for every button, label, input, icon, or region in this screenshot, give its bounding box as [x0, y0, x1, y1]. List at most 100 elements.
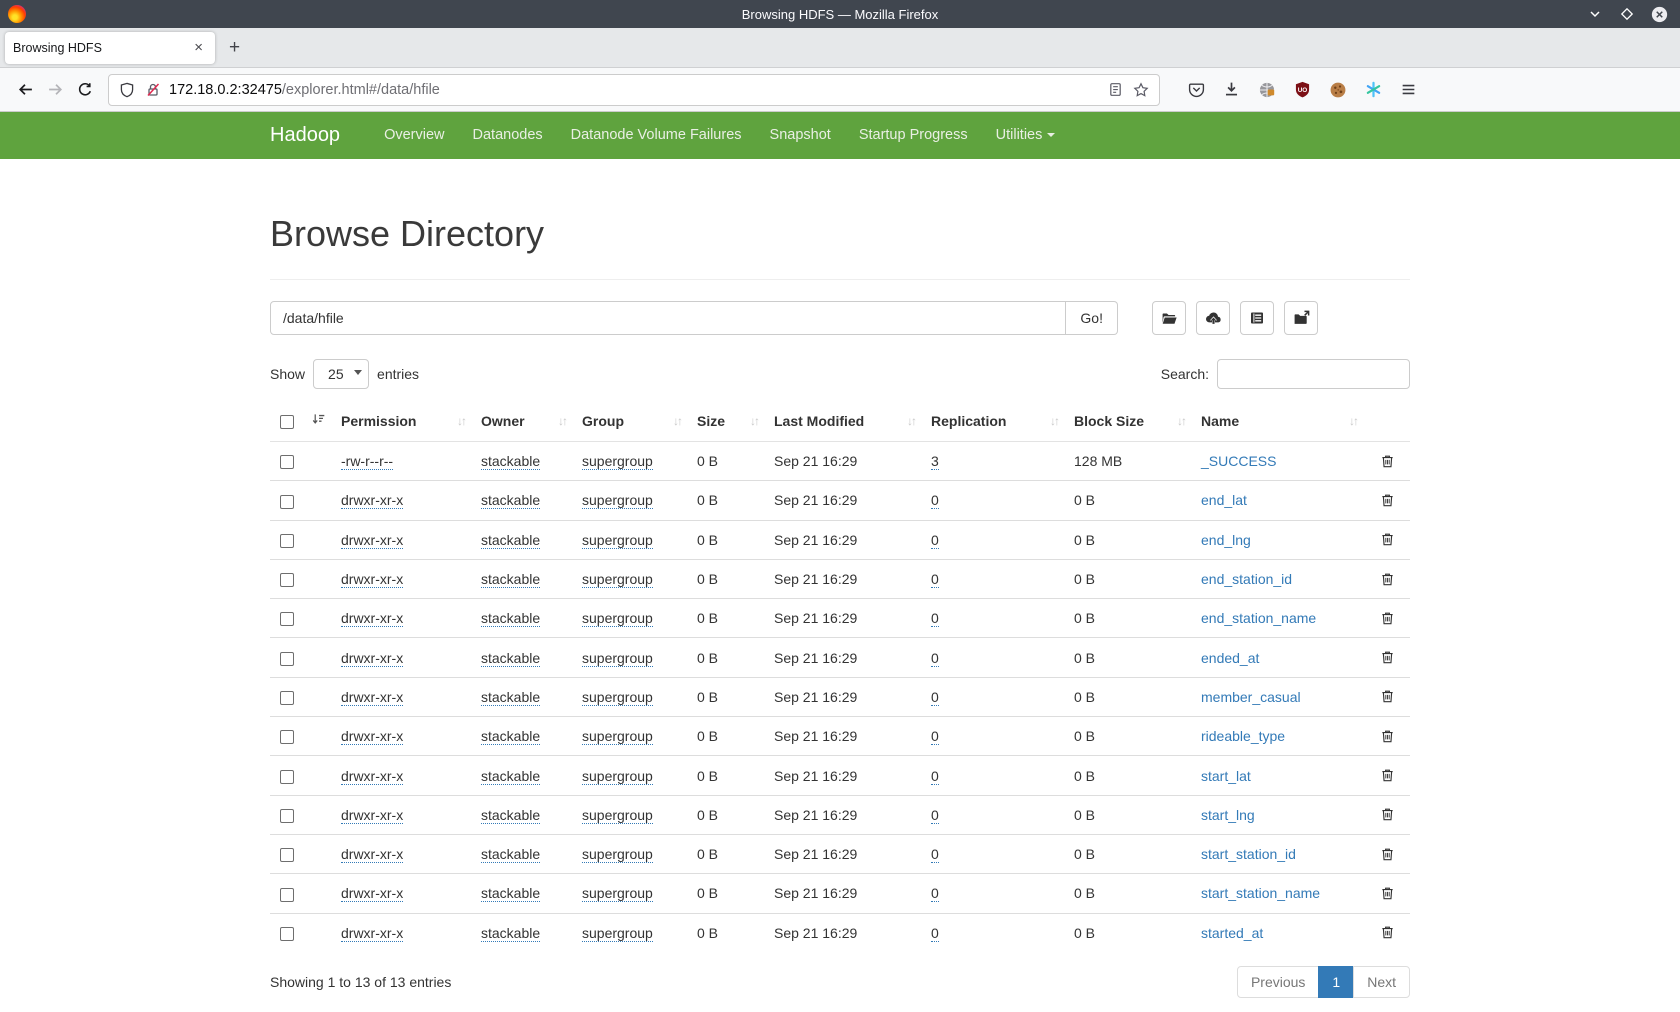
delete-button[interactable] — [1380, 847, 1395, 862]
tab-browsing-hdfs[interactable]: Browsing HDFS × — [5, 32, 215, 64]
delete-button[interactable] — [1380, 925, 1395, 940]
permission-value[interactable]: drwxr-xr-x — [341, 532, 403, 549]
file-name-link[interactable]: started_at — [1201, 925, 1263, 941]
directory-path-input[interactable] — [270, 301, 1066, 335]
list-view-button[interactable] — [1240, 301, 1274, 335]
permission-value[interactable]: drwxr-xr-x — [341, 846, 403, 863]
owner-value[interactable]: stackable — [481, 846, 540, 863]
permission-value[interactable]: -rw-r--r-- — [341, 453, 393, 470]
replication-value[interactable]: 0 — [931, 925, 939, 942]
replication-value[interactable]: 0 — [931, 728, 939, 745]
hamburger-menu-icon[interactable] — [1400, 81, 1417, 98]
header-last-modified[interactable]: Last Modified↓↑ — [766, 401, 923, 442]
new-tab-button[interactable]: + — [229, 37, 240, 59]
forward-button[interactable] — [40, 75, 70, 105]
nav-item-snapshot[interactable]: Snapshot — [756, 112, 845, 159]
replication-value[interactable]: 0 — [931, 885, 939, 902]
row-checkbox[interactable] — [280, 848, 294, 862]
file-name-link[interactable]: end_station_name — [1201, 610, 1316, 626]
owner-value[interactable]: stackable — [481, 492, 540, 509]
insecure-lock-icon[interactable] — [145, 82, 161, 98]
delete-button[interactable] — [1380, 493, 1395, 508]
nav-item-overview[interactable]: Overview — [370, 112, 458, 159]
file-name-link[interactable]: start_station_name — [1201, 885, 1320, 901]
owner-value[interactable]: stackable — [481, 689, 540, 706]
row-checkbox[interactable] — [280, 455, 294, 469]
upload-files-button[interactable] — [1196, 301, 1230, 335]
go-button[interactable]: Go! — [1066, 301, 1118, 335]
nav-item-datanode-volume-failures[interactable]: Datanode Volume Failures — [557, 112, 756, 159]
group-value[interactable]: supergroup — [582, 689, 653, 706]
row-checkbox[interactable] — [280, 927, 294, 941]
close-window-icon[interactable] — [1651, 6, 1668, 23]
permission-value[interactable]: drwxr-xr-x — [341, 807, 403, 824]
file-name-link[interactable]: end_lng — [1201, 532, 1251, 548]
bookmark-star-icon[interactable] — [1133, 82, 1149, 98]
group-value[interactable]: supergroup — [582, 846, 653, 863]
file-name-link[interactable]: start_lat — [1201, 768, 1251, 784]
ublock-icon[interactable]: UO — [1294, 81, 1311, 98]
row-checkbox[interactable] — [280, 534, 294, 548]
file-name-link[interactable]: rideable_type — [1201, 728, 1285, 744]
delete-button[interactable] — [1380, 807, 1395, 822]
row-checkbox[interactable] — [280, 770, 294, 784]
delete-button[interactable] — [1380, 689, 1395, 704]
permission-value[interactable]: drwxr-xr-x — [341, 650, 403, 667]
delete-button[interactable] — [1380, 729, 1395, 744]
owner-value[interactable]: stackable — [481, 453, 540, 470]
owner-value[interactable]: stackable — [481, 768, 540, 785]
row-checkbox[interactable] — [280, 612, 294, 626]
header-permission[interactable]: Permission↓↑ — [333, 401, 473, 442]
file-name-link[interactable]: end_station_id — [1201, 571, 1292, 587]
replication-value[interactable]: 0 — [931, 571, 939, 588]
owner-value[interactable]: stackable — [481, 571, 540, 588]
permission-value[interactable]: drwxr-xr-x — [341, 610, 403, 627]
delete-button[interactable] — [1380, 532, 1395, 547]
delete-button[interactable] — [1380, 572, 1395, 587]
hadoop-brand[interactable]: Hadoop — [270, 124, 340, 147]
header-block-size[interactable]: Block Size↓↑ — [1066, 401, 1193, 442]
replication-value[interactable]: 0 — [931, 532, 939, 549]
pagination-next[interactable]: Next — [1354, 966, 1410, 998]
replication-value[interactable]: 0 — [931, 846, 939, 863]
replication-value[interactable]: 0 — [931, 492, 939, 509]
url-bar[interactable]: 172.18.0.2:32475/explorer.html#/data/hfi… — [108, 74, 1160, 106]
row-checkbox[interactable] — [280, 573, 294, 587]
permission-value[interactable]: drwxr-xr-x — [341, 925, 403, 942]
permission-value[interactable]: drwxr-xr-x — [341, 768, 403, 785]
group-value[interactable]: supergroup — [582, 492, 653, 509]
file-name-link[interactable]: end_lat — [1201, 492, 1247, 508]
downloads-icon[interactable] — [1223, 81, 1240, 98]
pocket-icon[interactable] — [1188, 81, 1205, 98]
select-all-checkbox[interactable] — [280, 415, 294, 429]
delete-button[interactable] — [1380, 611, 1395, 626]
file-name-link[interactable]: start_lng — [1201, 807, 1255, 823]
group-value[interactable]: supergroup — [582, 532, 653, 549]
minimize-icon[interactable] — [1587, 6, 1603, 22]
permission-value[interactable]: drwxr-xr-x — [341, 885, 403, 902]
permission-value[interactable]: drwxr-xr-x — [341, 728, 403, 745]
delete-button[interactable] — [1380, 454, 1395, 469]
maximize-icon[interactable] — [1619, 6, 1635, 22]
replication-value[interactable]: 3 — [931, 453, 939, 470]
owner-value[interactable]: stackable — [481, 650, 540, 667]
file-name-link[interactable]: _SUCCESS — [1201, 453, 1276, 469]
cookie-extension-icon[interactable] — [1329, 81, 1347, 99]
file-name-link[interactable]: member_casual — [1201, 689, 1301, 705]
group-value[interactable]: supergroup — [582, 610, 653, 627]
owner-value[interactable]: stackable — [481, 807, 540, 824]
row-checkbox[interactable] — [280, 691, 294, 705]
row-checkbox[interactable] — [280, 888, 294, 902]
search-input[interactable] — [1217, 359, 1410, 389]
sort-indicator-header[interactable] — [303, 401, 333, 442]
nav-item-utilities[interactable]: Utilities — [982, 112, 1070, 159]
delete-button[interactable] — [1380, 650, 1395, 665]
owner-value[interactable]: stackable — [481, 925, 540, 942]
permission-value[interactable]: drwxr-xr-x — [341, 492, 403, 509]
group-value[interactable]: supergroup — [582, 728, 653, 745]
delete-button[interactable] — [1380, 886, 1395, 901]
tracking-shield-icon[interactable] — [119, 82, 135, 98]
create-directory-button[interactable] — [1152, 301, 1186, 335]
replication-value[interactable]: 0 — [931, 650, 939, 667]
group-value[interactable]: supergroup — [582, 807, 653, 824]
